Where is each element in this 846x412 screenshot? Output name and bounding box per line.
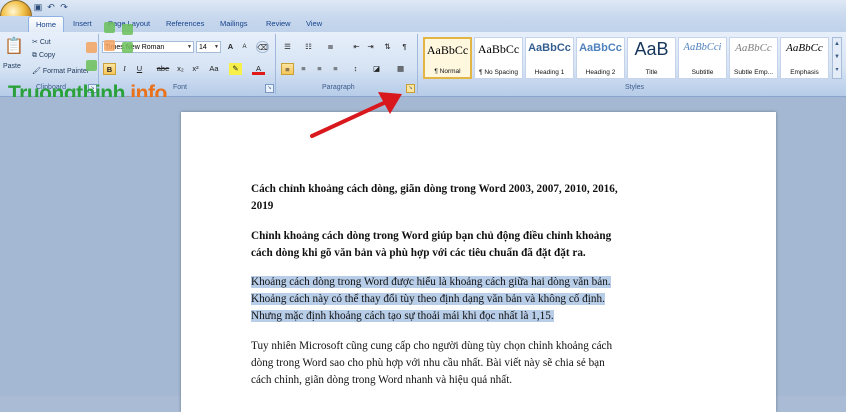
logo-square (86, 42, 97, 53)
shrink-font-button[interactable]: A (238, 41, 251, 53)
styles-group-label: Styles (625, 84, 645, 91)
tab-mailings[interactable]: Mailings (220, 19, 248, 28)
style-emphasis[interactable]: AaBbCc Emphasis (780, 37, 829, 79)
logo-square (104, 22, 115, 33)
superscript-button[interactable]: x² (189, 63, 202, 75)
doc-body-line: cách chỉnh, giãn dòng trong Word nhanh v… (251, 374, 513, 386)
font-name-combo[interactable]: Times New Roman ▼ (102, 41, 194, 53)
shading-icon[interactable]: ◪ (370, 63, 383, 75)
style-subtle-emphasis[interactable]: AaBbCc Subtle Emp... (729, 37, 778, 79)
logo-square (86, 60, 97, 71)
paste-icon[interactable]: 📋 (4, 36, 24, 60)
style-heading-1[interactable]: AaBbCc Heading 1 (525, 37, 574, 79)
multilevel-list-icon[interactable]: ≣ (324, 41, 337, 53)
chevron-down-icon: ▼ (187, 44, 192, 50)
sort-icon[interactable]: ⇅ (381, 41, 394, 53)
tab-review[interactable]: Review (266, 19, 291, 28)
doc-body-line: Tuy nhiên Microsoft cũng cung cấp cho ng… (251, 340, 613, 352)
undo-icon[interactable]: ↶ (46, 2, 56, 12)
style-heading-2[interactable]: AaBbCc Heading 2 (576, 37, 625, 79)
font-size-combo[interactable]: 14 ▼ (196, 41, 221, 53)
group-divider (275, 34, 276, 94)
logo-square (104, 40, 115, 51)
italic-button[interactable]: I (118, 63, 131, 75)
font-dialog-launcher[interactable]: ↘ (265, 84, 274, 93)
tab-references[interactable]: References (166, 19, 204, 28)
doc-selected-line[interactable]: Khoảng cách này có thể thay đổi tùy theo… (251, 291, 701, 308)
underline-button[interactable]: U (133, 63, 146, 75)
doc-intro-line: cách dòng khi gõ văn bản và phù hợp với … (251, 247, 586, 259)
redo-icon[interactable]: ↷ (59, 2, 69, 12)
save-icon[interactable]: ▣ (33, 2, 43, 12)
highlight-icon[interactable]: ✎ (229, 63, 242, 75)
show-formatting-button[interactable]: ¶ (398, 41, 411, 53)
scissors-icon: ✂ (32, 39, 40, 46)
justify-icon[interactable]: ≡ (329, 63, 342, 75)
align-left-icon[interactable]: ≡ (281, 63, 294, 75)
align-right-icon[interactable]: ≡ (313, 63, 326, 75)
logo-square (122, 24, 133, 35)
paste-button[interactable]: Paste (3, 63, 21, 70)
annotation-arrow (310, 92, 402, 138)
doc-intro-line: Chỉnh khoảng cách dòng trong Word giúp b… (251, 230, 612, 242)
borders-icon[interactable]: ▦ (394, 63, 407, 75)
font-group-label: Font (173, 84, 188, 91)
format-painter-button[interactable]: 🖌 Format Painter (32, 67, 89, 75)
strikethrough-button[interactable]: abe (155, 63, 171, 75)
bullets-icon[interactable]: ☰ (281, 41, 294, 53)
style-normal[interactable]: AaBbCc ¶ Normal (423, 37, 472, 79)
doc-selected-line[interactable]: Khoảng cách dòng trong Word được hiểu là… (251, 274, 701, 291)
tab-insert[interactable]: Insert (73, 19, 92, 28)
clear-format-icon[interactable]: ⌫ (256, 41, 269, 53)
styles-scroll[interactable]: ▲ ▼ ▾ (832, 37, 842, 79)
grow-font-button[interactable]: A (224, 41, 237, 53)
brush-icon: 🖌 (32, 68, 43, 75)
align-center-icon[interactable]: ≡ (297, 63, 310, 75)
copy-button[interactable]: ⧉ Copy (32, 52, 55, 60)
chevron-down-icon: ▼ (214, 44, 219, 50)
bold-button[interactable]: B (103, 63, 116, 75)
doc-title-line: Cách chỉnh khoảng cách dòng, giãn dòng t… (251, 183, 618, 195)
cut-button[interactable]: ✂ Cut (32, 38, 51, 46)
style-no-spacing[interactable]: AaBbCc ¶ No Spacing (474, 37, 523, 79)
style-subtitle[interactable]: AaBbCci Subtitle (678, 37, 727, 79)
arrow-shaft (310, 100, 388, 138)
increase-indent-icon[interactable]: ⇥ (364, 41, 377, 53)
doc-body-line: dòng trong Word sao cho phù hợp với nhu … (251, 357, 605, 369)
change-case-button[interactable]: Aa (206, 63, 222, 75)
copy-icon: ⧉ (32, 52, 39, 59)
doc-title-line: 2019 (251, 200, 274, 212)
tab-home[interactable]: Home (28, 16, 65, 32)
decrease-indent-icon[interactable]: ⇤ (350, 41, 363, 53)
style-title[interactable]: AaB Title (627, 37, 676, 79)
subscript-button[interactable]: x₂ (174, 63, 187, 75)
tab-view[interactable]: View (306, 19, 322, 28)
quick-access-toolbar: ▣ ↶ ↷ (0, 0, 846, 16)
numbering-icon[interactable]: ☷ (302, 41, 315, 53)
doc-selected-line[interactable]: Nhưng mặc định khoảng cách tạo sự thoải … (251, 308, 701, 325)
font-color-button[interactable]: A (252, 63, 265, 75)
logo-square (122, 42, 133, 53)
line-spacing-icon[interactable]: ↕ (349, 63, 362, 75)
